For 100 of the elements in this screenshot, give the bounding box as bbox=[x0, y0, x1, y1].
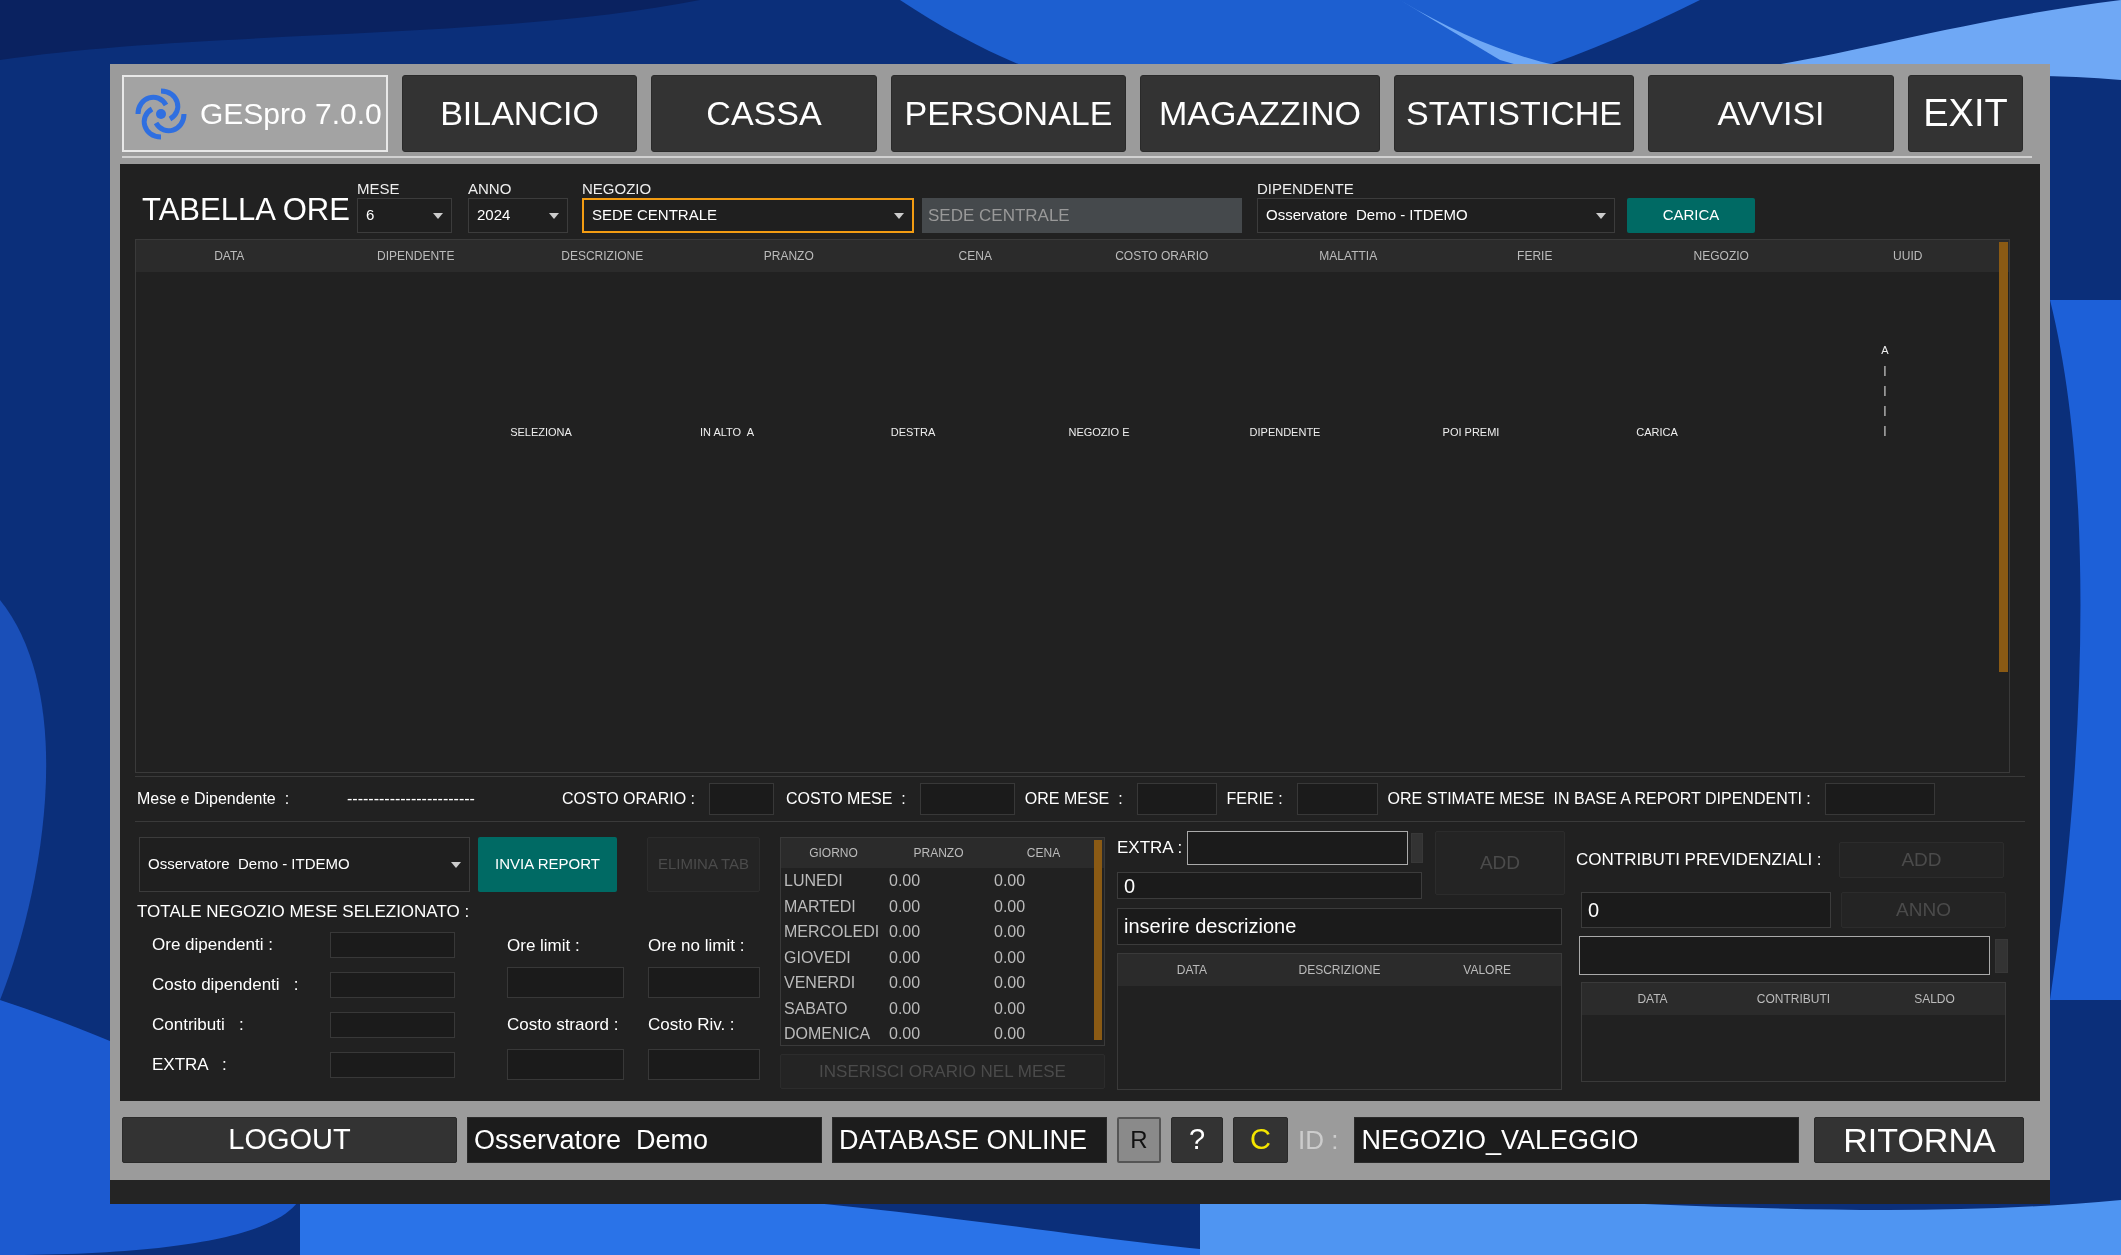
section-title: TOTALE NEGOZIO MESE SELEZIONATO : bbox=[137, 901, 471, 923]
nav-button[interactable]: BILANCIO bbox=[402, 75, 637, 152]
table-cell-text: 0.00 bbox=[993, 922, 1027, 942]
nav-button[interactable]: MAGAZZINO bbox=[1140, 75, 1380, 152]
load-button[interactable]: CARICA bbox=[1627, 198, 1755, 233]
field-label: NEGOZIO bbox=[582, 180, 653, 198]
column-header: PRANZO bbox=[762, 248, 815, 265]
column-header: GIORNO bbox=[808, 845, 859, 862]
hint-text: | bbox=[1883, 383, 1887, 398]
month-select[interactable]: 6 bbox=[357, 198, 452, 233]
store-field: SEDE CENTRALE bbox=[922, 198, 1242, 233]
nav-button[interactable]: STATISTICHE bbox=[1394, 75, 1634, 152]
field-label: COSTO MESE : bbox=[786, 789, 906, 809]
field-label: EXTRA : bbox=[151, 1054, 228, 1076]
caret-icon bbox=[451, 861, 461, 868]
column-header: VALORE bbox=[1462, 962, 1513, 979]
column-header: DESCRIZIONE bbox=[1297, 962, 1382, 979]
send-report-button[interactable]: INVIA REPORT bbox=[478, 837, 617, 892]
table-cell-text: 0.00 bbox=[888, 1024, 922, 1044]
scrollbar-thumb[interactable] bbox=[1094, 840, 1102, 1040]
field-label: Ore dipendenti : bbox=[151, 934, 274, 956]
column-header: DATA bbox=[1636, 991, 1669, 1008]
table-cell-text: 0.00 bbox=[993, 998, 1027, 1019]
employee-select[interactable]: Osservatore Demo - ITDEMO bbox=[139, 837, 470, 892]
nav-button[interactable]: PERSONALE bbox=[891, 75, 1126, 152]
column-header: PRANZO bbox=[912, 845, 965, 862]
field-label: MESE bbox=[357, 180, 401, 198]
column-header: UUID bbox=[1892, 248, 1924, 265]
hint-text: A bbox=[1881, 343, 1889, 358]
table-cell-text: 0.00 bbox=[993, 871, 1027, 891]
extra-combo[interactable] bbox=[1187, 831, 1408, 865]
field-label: Ore no limit : bbox=[648, 934, 746, 957]
summary-value: ------------------------ bbox=[347, 789, 476, 809]
hint-text: | bbox=[1883, 403, 1887, 418]
column-header: DESCRIZIONE bbox=[560, 248, 645, 265]
field-label: ORE MESE : bbox=[1024, 789, 1123, 809]
table-cell-text: 0.00 bbox=[993, 973, 1027, 993]
caret-icon bbox=[433, 212, 443, 219]
toolbar-button[interactable]: R bbox=[1117, 1117, 1161, 1163]
column-header: CENA bbox=[1025, 845, 1062, 862]
table-cell-text: 0.00 bbox=[888, 973, 922, 993]
store-id-field: NEGOZIO_VALEGGIO bbox=[1354, 1117, 1800, 1163]
caret-icon bbox=[549, 212, 559, 219]
hint-text: DESTRA bbox=[889, 424, 937, 440]
hint-text: IN ALTO A bbox=[699, 424, 755, 440]
column-header: DATA bbox=[213, 248, 246, 265]
hint-text: | bbox=[1883, 363, 1887, 378]
column-header: SALDO bbox=[1913, 991, 1956, 1008]
caret-icon bbox=[1596, 212, 1606, 219]
column-header: DIPENDENTE bbox=[376, 248, 456, 265]
field-label: Contributi : bbox=[151, 1014, 245, 1036]
summary-label: Mese e Dipendente : bbox=[137, 789, 291, 809]
table-cell-text: MARTEDI bbox=[783, 896, 857, 917]
hint-text: NEGOZIO E bbox=[1067, 424, 1131, 440]
store-select[interactable]: SEDE CENTRALE bbox=[582, 198, 914, 233]
field-label: ORE STIMATE MESE IN BASE A REPORT DIPENDENTI : bbox=[1387, 789, 1811, 809]
column-header: NEGOZIO bbox=[1692, 248, 1750, 265]
back-button[interactable]: RITORNA bbox=[1814, 1117, 2025, 1163]
table-cell-text: SABATO bbox=[783, 998, 849, 1019]
table-cell-text: 0.00 bbox=[888, 998, 922, 1019]
table-cell-text: 0.00 bbox=[888, 947, 922, 968]
table-cell-text: VENERDI bbox=[783, 973, 857, 993]
exit-button[interactable]: EXIT bbox=[1908, 75, 2023, 152]
database-status: DATABASE ONLINE bbox=[832, 1117, 1107, 1163]
field-label: DIPENDENTE bbox=[1257, 180, 1355, 198]
column-header: MALATTIA bbox=[1318, 248, 1379, 265]
field-label: Ore limit : bbox=[507, 934, 581, 957]
table-cell-text: 0.00 bbox=[888, 871, 922, 891]
user-field: Osservatore Demo bbox=[467, 1117, 822, 1163]
field-label: ANNO bbox=[468, 180, 513, 198]
toolbar-button[interactable]: ? bbox=[1171, 1117, 1223, 1163]
field-label: Costo dipendenti : bbox=[151, 974, 300, 996]
field-label: EXTRA : bbox=[1117, 837, 1184, 859]
hint-text: POI PREMI bbox=[1441, 424, 1501, 440]
contribution-combo[interactable] bbox=[1579, 936, 1990, 975]
year-select[interactable]: 2024 bbox=[468, 198, 568, 233]
table-cell-text: GIOVEDI bbox=[783, 947, 852, 968]
amount-field[interactable]: 0 bbox=[1581, 892, 1831, 928]
scrollbar-thumb[interactable] bbox=[1999, 242, 2008, 672]
field-label: Costo Riv. : bbox=[648, 1013, 736, 1036]
description-field[interactable]: inserire descrizione bbox=[1117, 908, 1562, 945]
page-title: TABELLA ORE bbox=[142, 191, 351, 229]
logout-button[interactable]: LOGOUT bbox=[122, 1117, 457, 1163]
nav-button[interactable]: AVVISI bbox=[1648, 75, 1894, 152]
value-field bbox=[709, 783, 775, 815]
amount-field[interactable]: 0 bbox=[1117, 872, 1422, 899]
hint-text: SELEZIONA bbox=[509, 424, 573, 440]
column-header: COSTO ORARIO bbox=[1114, 248, 1210, 265]
section-title: CONTRIBUTI PREVIDENZIALI : bbox=[1576, 849, 1823, 871]
column-header: DATA bbox=[1175, 962, 1208, 979]
hint-text: DIPENDENTE bbox=[1248, 424, 1322, 440]
column-header: FERIE bbox=[1516, 248, 1554, 265]
toolbar-button[interactable]: C bbox=[1233, 1117, 1288, 1163]
field-label: Costo straord : bbox=[507, 1013, 620, 1036]
nav-button[interactable]: CASSA bbox=[651, 75, 877, 152]
column-header: CENA bbox=[957, 248, 993, 265]
table-cell-text: DOMENICA bbox=[783, 1024, 872, 1044]
employee-select[interactable]: Osservatore Demo - ITDEMO bbox=[1257, 198, 1615, 233]
table-cell-text: 0.00 bbox=[993, 947, 1027, 968]
table-cell-text: 0.00 bbox=[888, 896, 922, 917]
